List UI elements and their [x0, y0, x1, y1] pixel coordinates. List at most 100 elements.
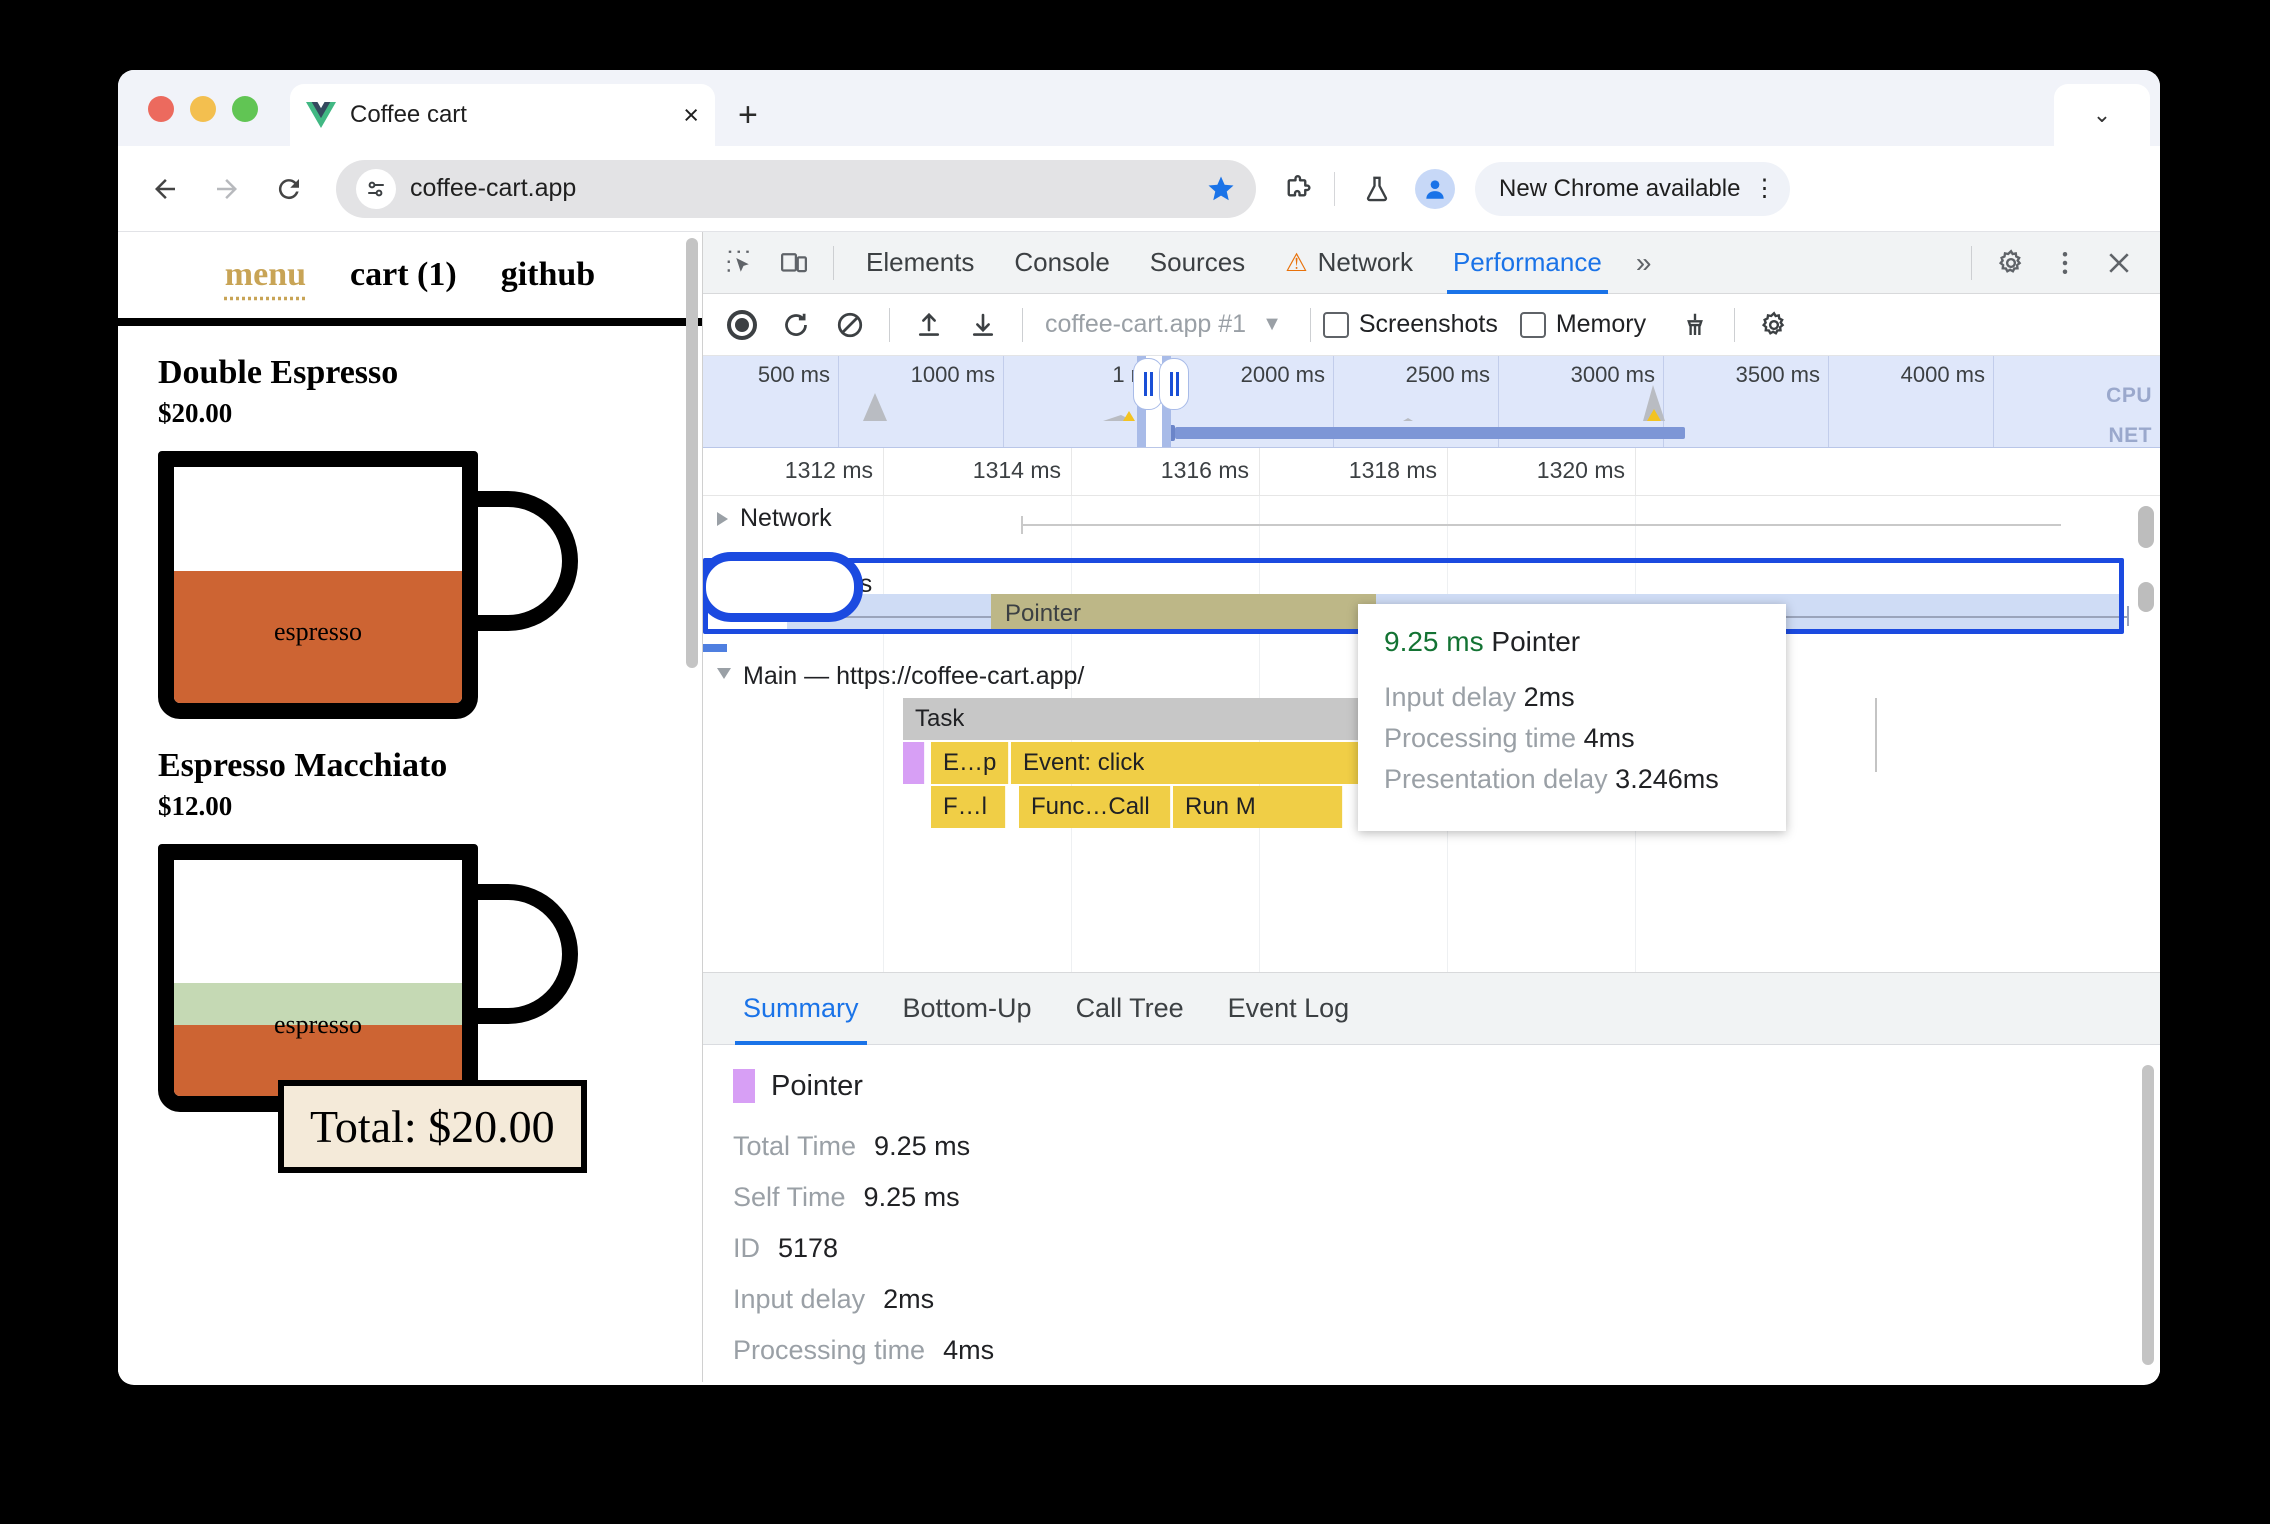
- summary-value: 9.25 ms: [863, 1182, 960, 1212]
- address-bar[interactable]: coffee-cart.app: [336, 159, 1256, 218]
- load-profile-icon[interactable]: [902, 301, 956, 349]
- browser-window: Coffee cart × + ⌄ coffee-cart.app New Ch…: [118, 70, 2160, 1385]
- tabbar-divider: [833, 245, 834, 280]
- drawer-tab-call-tree[interactable]: Call Tree: [1054, 973, 1206, 1045]
- track-header-network[interactable]: Network: [717, 504, 832, 533]
- reload-and-record-icon[interactable]: [769, 301, 823, 349]
- drawer-tab-event-log[interactable]: Event Log: [1206, 973, 1372, 1045]
- extensions-puzzle-icon[interactable]: [1272, 163, 1324, 215]
- summary-key: Self Time: [733, 1182, 846, 1212]
- track-header-main[interactable]: Main — https://coffee-cart.app/: [717, 662, 1084, 691]
- memory-checkbox[interactable]: Memory: [1519, 310, 1668, 339]
- more-options-icon[interactable]: [2038, 239, 2092, 287]
- flame-scrollbar-thumb-1[interactable]: [2138, 506, 2154, 548]
- drawer-tab-bar: Summary Bottom-Up Call Tree Event Log: [703, 973, 2160, 1045]
- inspect-element-icon[interactable]: [713, 239, 767, 287]
- timeline-overview[interactable]: 500 ms 1000 ms 1 ms 2000 ms 2500 ms 3000…: [703, 356, 2160, 448]
- device-toolbar-icon[interactable]: [767, 239, 821, 287]
- tab-label: Console: [1014, 247, 1110, 277]
- close-window-button[interactable]: [148, 96, 174, 122]
- ruler-tick: 1318 ms: [1348, 457, 1437, 483]
- minimize-window-button[interactable]: [190, 96, 216, 122]
- chrome-update-label: New Chrome available: [1499, 174, 1741, 202]
- nav-link-cart[interactable]: cart (1): [350, 256, 457, 294]
- toolbar-divider: [1334, 171, 1335, 206]
- browser-tab[interactable]: Coffee cart ×: [290, 84, 715, 146]
- tooltip-row-key: Presentation delay: [1384, 764, 1608, 794]
- save-profile-icon[interactable]: [956, 301, 1010, 349]
- flame-scrollbar-thumb-2[interactable]: [2138, 582, 2154, 612]
- flame-bar-func-short[interactable]: F…l: [931, 786, 1006, 828]
- record-icon[interactable]: [715, 301, 769, 349]
- tab-label: Sources: [1149, 247, 1246, 277]
- flame-bar-function-call[interactable]: Func…Call: [1019, 786, 1171, 828]
- menu-item-espresso-macchiato[interactable]: Espresso Macchiato $12.00 espresso: [118, 719, 702, 1112]
- chrome-menu-icon[interactable]: ⋮: [1752, 176, 1776, 201]
- capture-settings-icon[interactable]: [1747, 301, 1801, 349]
- flame-bar-run-microtasks[interactable]: Run M: [1173, 786, 1343, 828]
- item-name: Espresso Macchiato: [158, 747, 448, 784]
- window-controls: [148, 96, 258, 122]
- cup-label: espresso: [273, 1010, 363, 1039]
- close-devtools-icon[interactable]: [2092, 239, 2146, 287]
- back-arrow-icon[interactable]: [140, 164, 190, 214]
- labs-flask-icon[interactable]: [1351, 163, 1403, 215]
- coffee-cup-graphic[interactable]: espresso: [158, 451, 578, 719]
- nav-divider: [118, 318, 702, 326]
- performance-toolbar: coffee-cart.app #1 ▼ Screenshots Memory: [703, 294, 2160, 356]
- cup-body: espresso: [158, 844, 478, 1112]
- content-area: menu cart (1) github Double Espresso $20…: [118, 232, 2160, 1382]
- settings-gear-icon[interactable]: [1984, 239, 2038, 287]
- flame-chart[interactable]: Network Interactions Pointer: [703, 496, 2160, 972]
- flame-divider-mark: [1875, 698, 1877, 772]
- checkbox-box: [1519, 311, 1546, 338]
- reload-icon[interactable]: [264, 164, 314, 214]
- collapse-triangle-icon: [717, 667, 731, 686]
- tab-search-button[interactable]: ⌄: [2054, 84, 2150, 146]
- summary-key: Processing time: [733, 1335, 926, 1365]
- chrome-update-pill[interactable]: New Chrome available ⋮: [1475, 161, 1791, 216]
- tab-network[interactable]: ⚠ Network: [1265, 232, 1433, 294]
- site-settings-icon[interactable]: [356, 168, 396, 209]
- page-scrollbar[interactable]: [686, 238, 698, 668]
- menu-item-double-espresso[interactable]: Double Espresso $20.00 espresso: [118, 326, 702, 719]
- nav-link-menu[interactable]: menu: [225, 256, 306, 294]
- flame-bar-label: Run M: [1185, 793, 1256, 820]
- chevron-down-icon[interactable]: ▼: [1262, 313, 1282, 336]
- screenshots-checkbox[interactable]: Screenshots: [1322, 310, 1520, 339]
- flame-bar-event-short[interactable]: E…p: [931, 742, 1009, 784]
- nav-link-github[interactable]: github: [501, 256, 596, 294]
- overview-resize-handle-right[interactable]: [1159, 358, 1189, 410]
- tab-performance[interactable]: Performance: [1433, 232, 1622, 294]
- tab-console[interactable]: Console: [994, 232, 1129, 294]
- interaction-pointer-block[interactable]: Pointer: [991, 594, 1376, 634]
- tab-sources[interactable]: Sources: [1130, 232, 1265, 294]
- drawer-tab-bottom-up[interactable]: Bottom-Up: [881, 973, 1054, 1045]
- bookmark-star-icon[interactable]: [1206, 174, 1236, 204]
- coffee-cart-nav: menu cart (1) github: [118, 232, 702, 318]
- flame-bar-label: Func…Call: [1031, 793, 1150, 820]
- clear-icon[interactable]: [823, 301, 877, 349]
- flame-bar-pointer-marker[interactable]: [903, 742, 925, 784]
- new-tab-button[interactable]: +: [738, 98, 758, 132]
- profile-avatar-icon[interactable]: [1409, 163, 1461, 215]
- close-tab-button[interactable]: ×: [683, 101, 699, 129]
- ruler-tick: 1312 ms: [784, 457, 873, 483]
- network-request-line: [1021, 524, 2061, 526]
- coffee-cup-graphic[interactable]: espresso: [158, 844, 578, 1112]
- tab-label: Elements: [866, 247, 975, 277]
- maximize-window-button[interactable]: [232, 96, 258, 122]
- warning-triangle-icon: ⚠: [1285, 248, 1308, 277]
- forward-arrow-icon[interactable]: [202, 164, 252, 214]
- track-label: Main — https://coffee-cart.app/: [743, 662, 1085, 690]
- item-name: Double Espresso: [158, 354, 399, 391]
- drawer-tab-summary[interactable]: Summary: [721, 973, 881, 1045]
- devtools-tab-bar: Elements Console Sources ⚠ Network Perfo…: [703, 232, 2160, 294]
- summary-scrollbar[interactable]: [2142, 1065, 2154, 1365]
- interaction-overflow-marker: [703, 644, 727, 652]
- ruler-tick: 1314 ms: [972, 457, 1061, 483]
- tab-elements[interactable]: Elements: [846, 232, 994, 294]
- more-tabs-icon[interactable]: »: [1622, 247, 1666, 279]
- collect-garbage-icon[interactable]: [1668, 301, 1722, 349]
- summary-key: ID: [733, 1233, 760, 1263]
